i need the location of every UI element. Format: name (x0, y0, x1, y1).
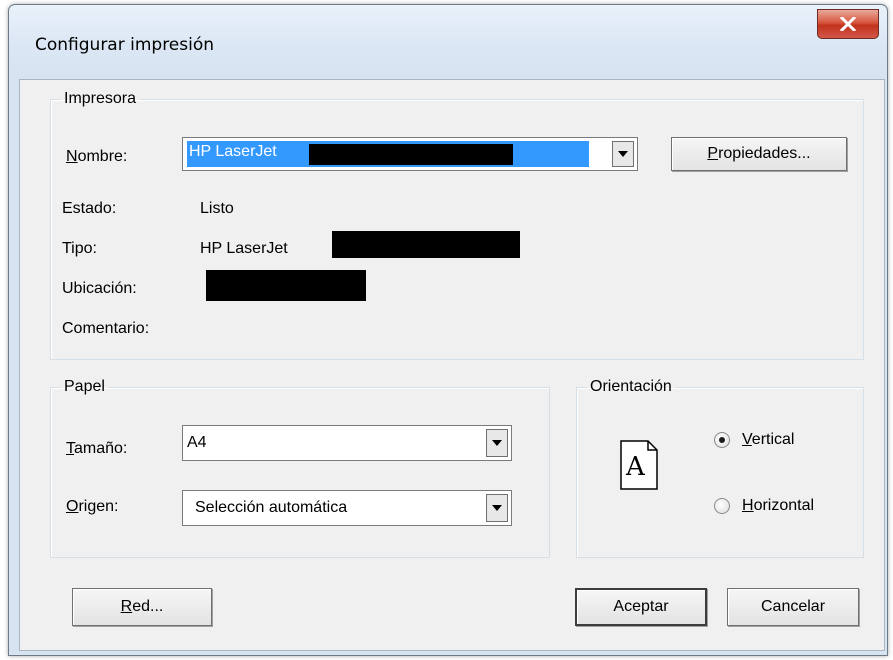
close-button[interactable] (817, 9, 879, 39)
type-label: Tipo: (62, 240, 97, 257)
type-value: HP LaserJet (200, 240, 288, 257)
comment-label: Comentario: (62, 320, 150, 337)
paper-size-label: Tamaño: (66, 440, 128, 457)
chevron-down-icon (492, 440, 502, 446)
horizontal-radio[interactable] (714, 498, 730, 514)
paper-source-value: Selección automática (195, 499, 348, 516)
redacted-printer-model (309, 144, 513, 165)
properties-button[interactable]: Propiedades... (671, 137, 847, 171)
printer-group: Impresora (50, 90, 864, 360)
vertical-label[interactable]: Vertical (742, 431, 794, 449)
status-value: Listo (200, 200, 234, 217)
page-glyph: A (626, 452, 645, 482)
printer-name-select[interactable]: HP LaserJet (182, 137, 638, 171)
close-icon (840, 17, 856, 31)
location-label: Ubicación: (62, 280, 137, 297)
paper-source-dropdown-button[interactable] (486, 494, 508, 522)
printer-name-label: Nombre: (66, 148, 128, 165)
paper-group-legend: Papel (64, 378, 105, 395)
dialog-window: Configurar impresión Impresora Nombre: H… (8, 4, 888, 656)
ok-button[interactable]: Aceptar (575, 588, 707, 626)
chevron-down-icon (492, 505, 502, 511)
paper-source-select[interactable]: Selección automática (182, 490, 512, 526)
paper-size-select[interactable]: A4 (182, 425, 512, 461)
vertical-radio[interactable] (714, 432, 730, 448)
network-button[interactable]: Red... (72, 588, 212, 626)
redacted-location-value (206, 270, 366, 301)
printer-group-legend: Impresora (64, 90, 137, 107)
paper-group: Papel (50, 378, 550, 558)
window-title: Configurar impresión (35, 35, 215, 55)
dialog-body: Impresora Nombre: HP LaserJet Propiedade… (19, 79, 885, 651)
chevron-down-icon (618, 151, 628, 157)
paper-size-dropdown-button[interactable] (486, 429, 508, 457)
status-label: Estado: (62, 200, 117, 217)
printer-name-value: HP LaserJet (189, 143, 277, 160)
cancel-button[interactable]: Cancelar (727, 588, 859, 626)
radio-selected-dot (719, 437, 725, 443)
printer-name-dropdown-button[interactable] (612, 141, 634, 167)
redacted-type-model (332, 231, 520, 258)
portrait-page-icon: A (620, 440, 658, 490)
paper-source-label: Origen: (66, 498, 119, 515)
paper-size-value: A4 (187, 434, 207, 451)
orientation-group-legend: Orientación (590, 378, 672, 395)
horizontal-label[interactable]: Horizontal (742, 497, 814, 515)
